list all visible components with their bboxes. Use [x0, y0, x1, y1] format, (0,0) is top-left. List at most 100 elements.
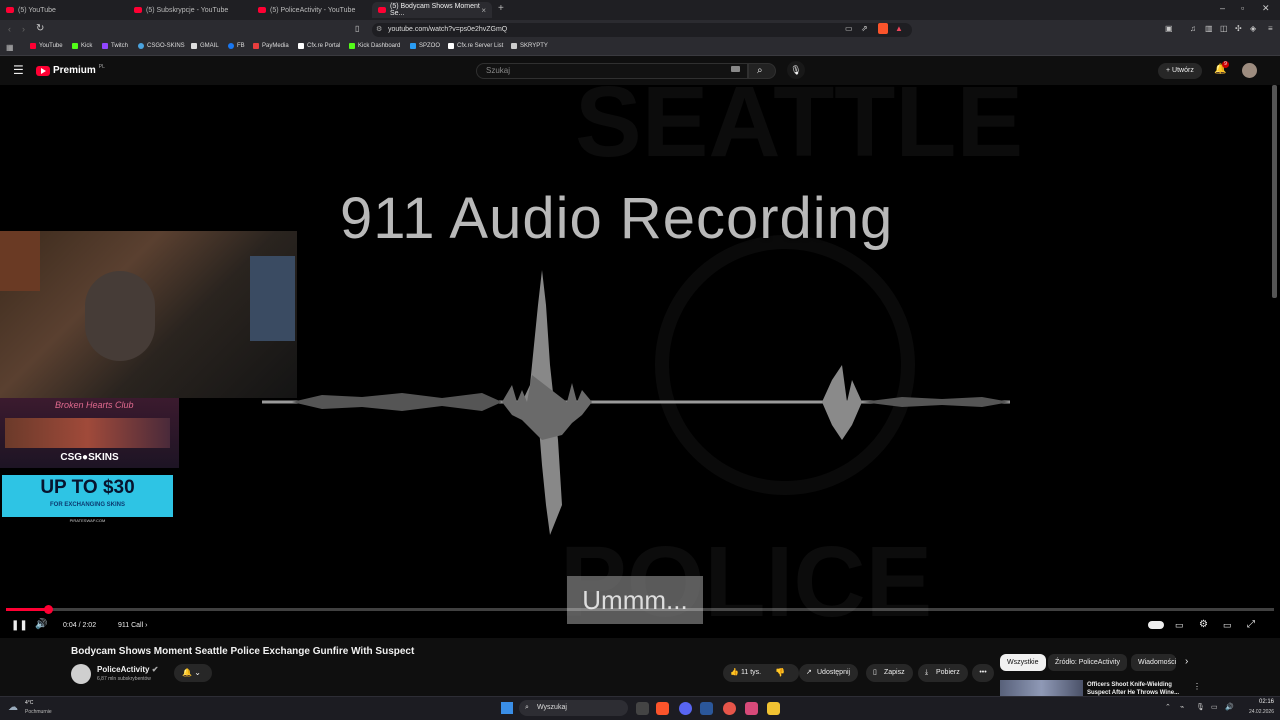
volume-icon[interactable]: 🔊: [35, 619, 47, 630]
progress-scrubber[interactable]: [43, 605, 53, 614]
create-button[interactable]: + Utwórz: [1158, 63, 1202, 79]
page-scrollbar[interactable]: [1272, 85, 1277, 298]
sidebar-icon[interactable]: ▣: [1165, 24, 1173, 33]
menu-icon[interactable]: ≡: [1268, 24, 1273, 33]
extensions-icon[interactable]: ✣: [1235, 24, 1242, 33]
like-count: 11 tys.: [741, 669, 762, 676]
more-actions-button[interactable]: •••: [972, 664, 994, 682]
bookmark-youtube[interactable]: YouTube: [30, 43, 63, 49]
tray-chevron-icon[interactable]: ⌃: [1165, 703, 1171, 711]
bookmark-twitch[interactable]: Twitch: [102, 43, 128, 49]
youtube-icon: [30, 43, 36, 49]
back-icon[interactable]: ‹: [8, 24, 11, 34]
settings-gear-icon[interactable]: ⚙: [1199, 619, 1208, 630]
bookmark-icon[interactable]: ▯: [355, 24, 359, 33]
excel-icon[interactable]: [700, 702, 713, 715]
hamburger-menu-icon[interactable]: ☰: [13, 63, 24, 77]
avatar[interactable]: [1242, 63, 1257, 78]
bookmark-cfx-portal[interactable]: Cfx.re Portal: [298, 43, 340, 49]
search-input[interactable]: Szukaj: [476, 63, 748, 79]
minimize-button[interactable]: –: [1220, 3, 1225, 13]
bookmark-kick-dashboard[interactable]: Kick Dashboard: [349, 43, 400, 49]
tab-subscriptions[interactable]: (5) Subskrypcje - YouTube: [128, 2, 250, 18]
thumbs-down-icon[interactable]: 👎: [775, 668, 785, 677]
save-button[interactable]: ▯ Zapisz: [866, 664, 913, 682]
tray-mic-icon[interactable]: 🎙: [1196, 703, 1205, 711]
chrome-icon[interactable]: [723, 702, 736, 715]
channel-avatar[interactable]: [71, 664, 91, 684]
apps-grid-icon[interactable]: ▦: [6, 43, 14, 52]
tray-volume-icon[interactable]: 🔊: [1225, 703, 1234, 711]
taskbar-search[interactable]: ⌕ Wyszukaj: [519, 700, 628, 716]
chevron-right-icon[interactable]: ›: [1185, 656, 1188, 667]
youtube-logo[interactable]: Premium PL: [36, 64, 105, 76]
file-explorer-icon[interactable]: [767, 702, 780, 715]
tabs-icon[interactable]: ◫: [1220, 24, 1228, 33]
site-info-icon[interactable]: ⚙: [376, 25, 382, 33]
share-icon[interactable]: ⇗: [861, 24, 868, 33]
bookmark-fb[interactable]: FB: [228, 43, 245, 49]
tab-youtube[interactable]: (5) YouTube: [0, 2, 124, 18]
url-field[interactable]: youtube.com/watch?v=ps0e2hvZGmQ: [372, 23, 912, 37]
bookmark-paymedia[interactable]: PayMedia: [253, 43, 289, 49]
theater-mode-icon[interactable]: ▭: [1223, 620, 1232, 631]
tray-network-icon[interactable]: ⌁: [1180, 703, 1184, 711]
windows-start-icon[interactable]: [501, 702, 513, 714]
weather-cloud-icon[interactable]: ☁: [8, 702, 18, 713]
close-tab-icon[interactable]: ×: [481, 6, 486, 15]
download-button[interactable]: ⤓ Pobierz: [918, 664, 968, 682]
brave-browser-icon[interactable]: [656, 702, 669, 715]
bookmark-cfx-server-list[interactable]: Cfx.re Server List: [448, 43, 503, 49]
restore-button[interactable]: ▫: [1241, 3, 1244, 13]
related-video-title[interactable]: Officers Shoot Knife-Wielding Suspect Af…: [1087, 681, 1187, 696]
chip-all[interactable]: Wszystkie: [1000, 654, 1046, 671]
bookmark-csgo-skins[interactable]: CSGO-SKINS: [138, 43, 185, 49]
share-button[interactable]: ↗ Udostępnij: [799, 664, 859, 682]
task-view-icon[interactable]: [636, 702, 649, 715]
close-window-button[interactable]: ✕: [1262, 3, 1270, 14]
bookmark-spzoo[interactable]: SPZOO: [410, 43, 440, 49]
keyboard-icon[interactable]: [731, 66, 740, 72]
channel-name[interactable]: PoliceActivity ✔: [97, 665, 158, 674]
bookmark-skrypty[interactable]: SKRYPTY: [511, 43, 548, 49]
reload-icon[interactable]: ↻: [36, 23, 44, 34]
panel-icon[interactable]: ▥: [1205, 24, 1213, 33]
clock-date[interactable]: 24.02.2026: [1240, 709, 1274, 715]
tab-current-video[interactable]: (5) Bodycam Shows Moment Se... ×: [372, 2, 492, 18]
brave-shield-icon[interactable]: [878, 23, 888, 34]
tray-monitor-icon[interactable]: ▭: [1211, 703, 1218, 711]
youtube-favicon-icon: [134, 7, 142, 13]
brave-rewards-icon[interactable]: ▲: [895, 24, 903, 33]
bookmark-label: Cfx.re Portal: [307, 43, 341, 49]
forward-icon[interactable]: ›: [22, 24, 25, 34]
new-tab-button[interactable]: +: [498, 3, 504, 14]
media-icon[interactable]: ♫: [1190, 24, 1196, 33]
autoplay-toggle[interactable]: [1148, 621, 1164, 629]
chip-news[interactable]: Wiadomości: [1131, 654, 1176, 671]
tab-policeactivity[interactable]: (5) PoliceActivity - YouTube: [252, 2, 370, 18]
video-player[interactable]: SEATTLE POLICE 911 Audio Recording Ummm.…: [0, 85, 1280, 638]
cast-icon[interactable]: ▭: [845, 24, 853, 33]
vpn-icon[interactable]: ◈: [1250, 24, 1256, 33]
related-more-icon[interactable]: ⋮: [1193, 682, 1201, 691]
pause-icon[interactable]: ❚❚: [11, 620, 28, 631]
related-video-thumbnail[interactable]: [1000, 680, 1083, 696]
address-toolbar: ‹ › ↻ ▯ youtube.com/watch?v=ps0e2hvZGmQ …: [0, 20, 1280, 40]
spzoo-icon: [410, 43, 416, 49]
chip-source[interactable]: Źródło: PoliceActivity: [1048, 654, 1127, 671]
bookmark-kick[interactable]: Kick: [72, 43, 92, 49]
bookmark-gmail[interactable]: GMAIL: [191, 43, 219, 49]
search-button[interactable]: ⌕: [748, 63, 776, 79]
chevron-down-icon: ⌄: [194, 668, 201, 677]
app-icon[interactable]: [745, 702, 758, 715]
progress-bar[interactable]: [6, 605, 1274, 614]
subtitles-icon[interactable]: ▭: [1175, 620, 1184, 631]
clock-time[interactable]: 02:16: [1240, 699, 1274, 705]
bookmark-label: SPZOO: [419, 43, 441, 49]
discord-icon[interactable]: [679, 702, 692, 715]
voice-search-icon[interactable]: 🎙: [787, 61, 805, 79]
fullscreen-icon[interactable]: ⤢: [1247, 619, 1255, 630]
chapter-button[interactable]: 911 Call ›: [118, 622, 147, 629]
like-button[interactable]: 👍 11 tys.: [723, 664, 799, 682]
subscribe-bell-button[interactable]: 🔔 ⌄: [174, 664, 212, 682]
